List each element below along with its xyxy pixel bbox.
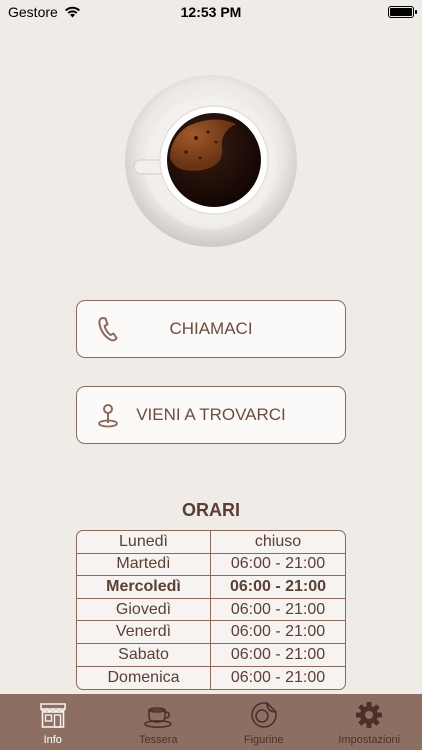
hours-row: Martedì 06:00 - 21:00: [77, 553, 345, 577]
wifi-icon: [64, 6, 80, 18]
location-pin-icon: [98, 404, 118, 428]
hours-day: Domenica: [77, 666, 211, 690]
hours-time: 06:00 - 21:00: [230, 668, 326, 686]
hours-row: Lunedì chiuso: [77, 531, 345, 554]
tab-info-label: Info: [43, 734, 62, 746]
store-icon: [39, 703, 66, 728]
hours-day: Martedì: [77, 553, 211, 577]
hours-day: Mercoledì: [77, 576, 211, 599]
hours-time: 06:00 - 21:00: [211, 576, 345, 599]
tab-info[interactable]: Info: [0, 694, 106, 750]
hours-time: chiuso: [211, 531, 345, 554]
tab-bar: Info Tessera Figurine Impostazioni: [0, 694, 422, 750]
hours-time: 06:00 - 21:00: [211, 599, 345, 622]
carrier-label: Gestore: [8, 4, 58, 20]
hours-day: Giovedì: [77, 598, 211, 622]
gear-icon: [356, 702, 383, 728]
hours-row: Sabato 06:00 - 21:00: [77, 643, 345, 667]
tab-impostazioni-label: Impostazioni: [338, 734, 401, 746]
hours-row: Giovedì 06:00 - 21:00: [77, 598, 345, 622]
status-bar: Gestore 12:53 PM: [0, 0, 422, 24]
tab-impostazioni[interactable]: Impostazioni: [317, 694, 422, 750]
hours-day: Lunedì: [77, 531, 211, 554]
hours-row: Mercoledì 06:00 - 21:00: [77, 576, 345, 599]
coffee-cup-icon: [144, 707, 173, 728]
tab-tessera-label: Tessera: [138, 734, 178, 746]
hours-title: ORARI: [182, 500, 240, 520]
hours-time: 06:00 - 21:00: [211, 621, 345, 644]
call-button[interactable]: CHIAMACI: [76, 300, 346, 358]
call-button-label: CHIAMACI: [169, 319, 253, 338]
tab-tessera[interactable]: Tessera: [106, 694, 212, 750]
tab-figurine-label: Figurine: [243, 734, 284, 746]
tab-figurine[interactable]: Figurine: [211, 694, 317, 750]
battery-icon: [388, 6, 417, 18]
hours-time: 06:00 - 21:00: [211, 644, 345, 667]
hours-table: Lunedì chiuso Martedì 06:00 - 21:00 Mercoled…: [76, 530, 346, 691]
visit-button-label: VIENI A TROVARCI: [136, 405, 286, 424]
visit-button[interactable]: VIENI A TROVARCI: [76, 386, 346, 444]
hours-row: Venerdì 06:00 - 21:00: [77, 621, 345, 644]
coffee-cup-image: [124, 74, 298, 248]
phone-icon: [98, 317, 118, 342]
hours-row: Domenica 06:00 - 21:00: [77, 666, 345, 690]
sticker-icon: [250, 702, 277, 728]
hours-day: Sabato: [77, 643, 211, 667]
status-left: Gestore: [8, 4, 81, 20]
hours-time: 06:00 - 21:00: [211, 554, 345, 577]
hours-day: Venerdì: [77, 621, 211, 644]
